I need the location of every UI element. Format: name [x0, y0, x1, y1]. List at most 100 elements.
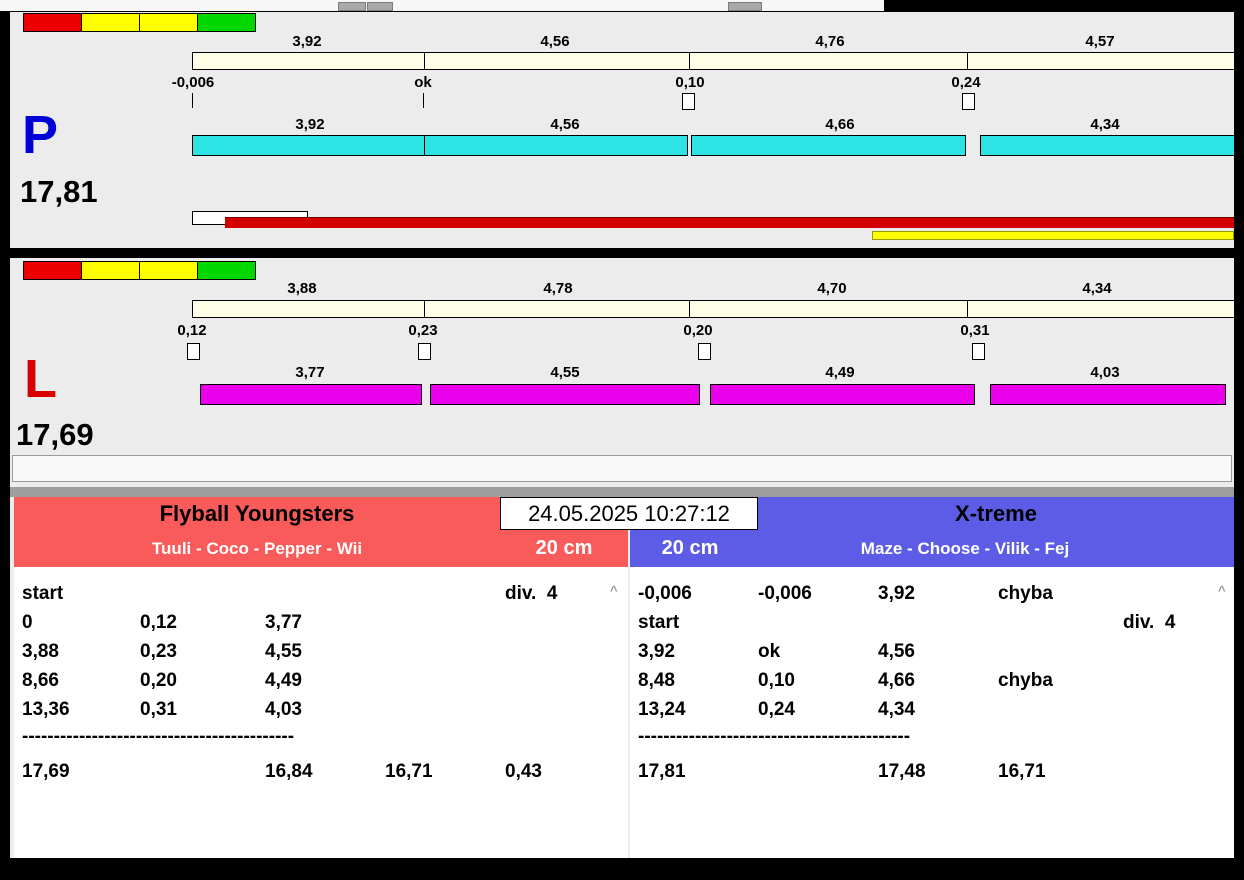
lane-p-top-split-1: 3,92	[247, 33, 367, 51]
result-cell: 0,20	[140, 666, 265, 695]
lane-l-top-split-2: 4,78	[498, 280, 618, 298]
result-cell: 8,48	[638, 666, 758, 695]
result-cell: chyba	[998, 579, 1123, 608]
result-cell: 13,24	[638, 695, 758, 724]
result-total-row: 17,6916,8416,710,43	[22, 757, 612, 786]
lane-l-top-split-3: 4,70	[772, 280, 892, 298]
lane-p-mark-2: ok	[373, 74, 473, 91]
background-button	[338, 2, 366, 11]
result-cell	[1123, 579, 1218, 608]
start-light-yellow-2	[139, 13, 198, 32]
result-cell: -0,006	[758, 579, 878, 608]
background-button	[367, 2, 393, 11]
start-light-green	[197, 261, 256, 280]
start-light-red	[23, 261, 82, 280]
lane-l-bottom-split-2: 4,55	[505, 364, 625, 382]
start-lights	[23, 261, 256, 280]
result-cell	[385, 666, 505, 695]
result-cell	[998, 695, 1123, 724]
result-cell: start	[638, 608, 758, 637]
background-window-strip	[0, 0, 884, 11]
result-cell: 17,81	[638, 757, 758, 786]
result-cell	[878, 608, 998, 637]
result-cell: div. 4	[505, 579, 612, 608]
result-cell: 17,69	[22, 757, 140, 786]
result-cell: 16,71	[998, 757, 1123, 786]
result-cell	[1123, 637, 1218, 666]
mark-tick	[423, 93, 424, 108]
lane-l-bottom-split-3: 4,49	[780, 364, 900, 382]
lane-l-mark-3: 0,20	[648, 322, 748, 339]
result-cell: 3,88	[22, 637, 140, 666]
lane-p-split-bar-1	[192, 135, 688, 156]
section-separator	[10, 487, 1234, 497]
left-results-rows: startdiv. 4 00,123,77 3,880,234,55 8,660…	[22, 579, 612, 786]
result-cell: 0,12	[140, 608, 265, 637]
left-team-lineup: Tuuli - Coco - Pepper - Wii	[14, 530, 500, 567]
left-team-subtitle-bar: Tuuli - Coco - Pepper - Wii 20 cm	[14, 530, 628, 567]
result-row: 13,240,244,34	[638, 695, 1218, 724]
result-cell	[140, 579, 265, 608]
lane-l-letter: L	[24, 352, 57, 406]
left-results-panel[interactable]: ^ startdiv. 4 00,123,77 3,880,234,55 8,6…	[14, 567, 628, 858]
track-divider	[424, 53, 425, 69]
lane-l-mark-2: 0,23	[373, 322, 473, 339]
result-cell: 4,49	[265, 666, 385, 695]
result-row: 13,360,314,03	[22, 695, 612, 724]
result-cell	[998, 608, 1123, 637]
result-cell: 8,66	[22, 666, 140, 695]
result-cell: chyba	[998, 666, 1123, 695]
background-button	[728, 2, 762, 11]
lane-p-total-time: 17,81	[20, 174, 98, 210]
right-team-name: X-treme	[758, 497, 1234, 530]
result-row: 3,92ok4,56	[638, 637, 1218, 666]
result-cell: 4,66	[878, 666, 998, 695]
start-light-green	[197, 13, 256, 32]
lane-p-bottom-split-4: 4,34	[1045, 116, 1165, 134]
mark-tick	[192, 93, 193, 108]
right-team-lineup: Maze - Choose - Vilik - Fej	[730, 530, 1200, 567]
result-cell	[505, 637, 612, 666]
mark-checkbox[interactable]	[418, 343, 431, 360]
lane-l-split-bar-3	[710, 384, 975, 405]
lane-l-segment-track	[192, 300, 1235, 318]
track-divider	[967, 301, 968, 317]
lane-l-bottom-split-1: 3,77	[250, 364, 370, 382]
lane-l-bottom-split-4: 4,03	[1045, 364, 1165, 382]
track-divider	[689, 301, 690, 317]
result-cell	[1123, 695, 1218, 724]
result-row: 00,123,77	[22, 608, 612, 637]
result-cell: 0,10	[758, 666, 878, 695]
result-cell: 4,34	[878, 695, 998, 724]
mark-checkbox[interactable]	[682, 93, 695, 110]
status-strip	[12, 455, 1232, 482]
mark-checkbox[interactable]	[187, 343, 200, 360]
lane-l-split-bar-1	[200, 384, 422, 405]
result-cell	[385, 695, 505, 724]
result-cell: -0,006	[638, 579, 758, 608]
race-progress-bar-yellow	[872, 231, 1234, 240]
race-timestamp: 24.05.2025 10:27:12	[500, 497, 758, 530]
result-cell	[140, 757, 265, 786]
lane-p-top-split-2: 4,56	[495, 33, 615, 51]
result-cell	[758, 608, 878, 637]
mark-checkbox[interactable]	[698, 343, 711, 360]
left-jump-height: 20 cm	[500, 530, 628, 567]
result-cell	[758, 757, 878, 786]
result-total-row: 17,8117,4816,71	[638, 757, 1218, 786]
left-team-name: Flyball Youngsters	[14, 497, 500, 530]
result-cell: ok	[758, 637, 878, 666]
mark-checkbox[interactable]	[962, 93, 975, 110]
lane-l-split-bar-2	[430, 384, 700, 405]
scroll-up-icon[interactable]: ^	[1218, 583, 1226, 598]
result-row: -0,006-0,0063,92chyba	[638, 579, 1218, 608]
mark-checkbox[interactable]	[972, 343, 985, 360]
right-results-panel[interactable]: ^ -0,006-0,0063,92chyba startdiv. 4 3,92…	[630, 567, 1234, 858]
result-row: 8,660,204,49	[22, 666, 612, 695]
result-cell	[385, 579, 505, 608]
result-cell	[385, 608, 505, 637]
lane-l-top-split-4: 4,34	[1037, 280, 1157, 298]
lane-p-bottom-split-2: 4,56	[505, 116, 625, 134]
result-cell: 4,56	[878, 637, 998, 666]
result-row: 8,480,104,66chyba	[638, 666, 1218, 695]
